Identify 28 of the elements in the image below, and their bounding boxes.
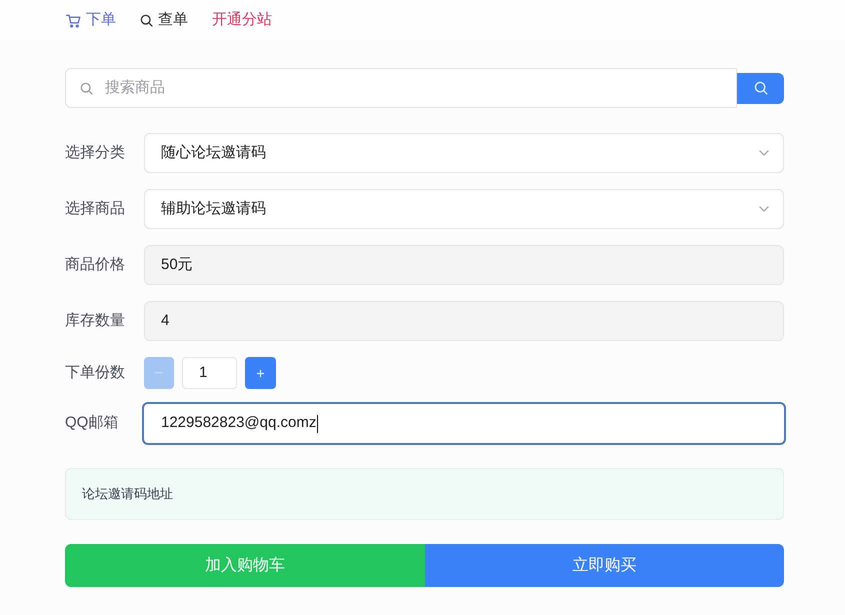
nav-link[interactable]: 查单 — [140, 9, 188, 32]
field-label: 选择商品 — [65, 198, 126, 219]
search-icon — [80, 82, 93, 94]
readonly-field: 4 — [144, 301, 784, 341]
select-field[interactable]: 随心论坛邀请码 — [144, 133, 784, 173]
field-label: 下单份数 — [65, 362, 126, 383]
notice-box: 论坛邀请码地址 — [65, 468, 784, 520]
chevron-down-icon — [759, 206, 769, 212]
field-label: QQ邮箱 — [65, 413, 120, 434]
search-icon — [754, 81, 768, 95]
cart-icon — [66, 14, 81, 28]
field-label: 选择分类 — [65, 142, 126, 163]
chevron-down-icon — [759, 150, 769, 156]
quantity-input[interactable]: 1 — [182, 357, 237, 389]
search-button[interactable] — [737, 72, 784, 104]
minus-icon — [155, 372, 163, 374]
text-cursor-icon — [317, 414, 318, 432]
increment-button[interactable] — [245, 357, 276, 389]
plus-icon — [257, 370, 264, 376]
buy-now-button[interactable]: 立即购买 — [424, 544, 784, 587]
search-icon — [140, 14, 153, 27]
field-label: 商品价格 — [65, 254, 126, 275]
email-input[interactable]: 1229582823@qq.comz — [142, 402, 786, 445]
nav-link[interactable]: 开通分站 — [212, 9, 272, 32]
field-label: 库存数量 — [65, 310, 126, 331]
select-field[interactable]: 辅助论坛邀请码 — [144, 189, 784, 229]
readonly-field: 50元 — [144, 245, 784, 285]
nav-link[interactable]: 下单 — [66, 9, 116, 32]
